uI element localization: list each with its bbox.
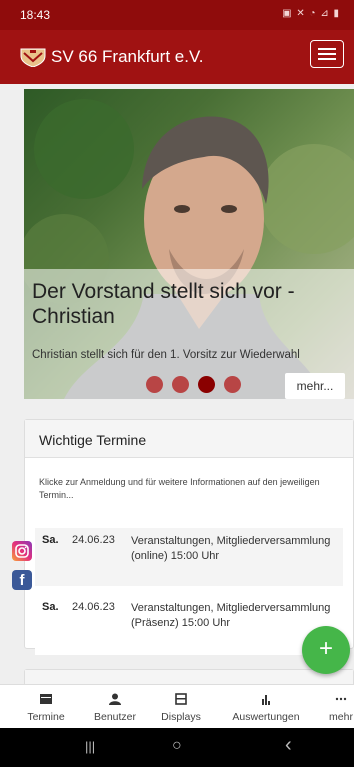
event-description: Veranstaltungen, Mitgliederversammlung (… bbox=[131, 602, 331, 629]
tab-label: mehr bbox=[329, 711, 353, 723]
tab-displays[interactable]: Displays bbox=[146, 685, 216, 729]
slide-dot[interactable] bbox=[224, 376, 241, 393]
tab-label: Auswertungen bbox=[232, 711, 300, 723]
tab-termine[interactable]: Termine bbox=[11, 685, 81, 729]
club-crest-icon bbox=[20, 48, 46, 67]
tab-auswertungen[interactable]: Auswertungen bbox=[231, 685, 301, 729]
tab-benutzer[interactable]: Benutzer bbox=[80, 685, 150, 729]
slide-dot[interactable] bbox=[172, 376, 189, 393]
tab-label: Termine bbox=[27, 711, 65, 723]
tab-label: Displays bbox=[161, 711, 201, 723]
card-hint: Klicke zur Anmeldung und für weitere Inf… bbox=[39, 477, 320, 500]
event-date: 24.06.23 bbox=[72, 601, 115, 613]
facebook-icon[interactable]: f bbox=[12, 570, 32, 590]
add-button[interactable]: + bbox=[302, 626, 350, 674]
event-day: Sa. bbox=[42, 601, 59, 613]
slide-title: Der Vorstand stellt sich vor - Christian bbox=[32, 280, 295, 328]
status-bar: 18:43 ▣ ✕ ◔ ⊿ ▮ bbox=[0, 0, 354, 30]
status-icons: ▣ ✕ ◔ ⊿ ▮ bbox=[282, 8, 340, 19]
person-icon bbox=[109, 693, 121, 705]
event-description: Veranstaltungen, Mitgliederversammlung (… bbox=[131, 535, 331, 562]
event-day: Sa. bbox=[42, 534, 59, 546]
card-header: Aktuelle Termine bbox=[25, 670, 353, 684]
news-slider[interactable]: Der Vorstand stellt sich vor - Christian… bbox=[24, 89, 354, 399]
tab-label: Benutzer bbox=[93, 711, 137, 723]
app-title: SV 66 Frankfurt e.V. bbox=[51, 47, 204, 66]
current-dates-card: Aktuelle Termine bbox=[24, 669, 354, 684]
event-row[interactable]: Sa. 24.06.23 Veranstaltungen, Mitglieder… bbox=[35, 528, 343, 586]
important-dates-card: Wichtige Termine Klicke zur Anmeldung un… bbox=[24, 419, 354, 655]
slide-subtitle: Christian stellt sich für den 1. Vorsitz… bbox=[32, 349, 300, 361]
instagram-glyph bbox=[15, 544, 29, 558]
system-nav-bar: ||| ○ ‹ bbox=[0, 728, 354, 767]
hamburger-menu-bar bbox=[318, 58, 336, 60]
display-icon bbox=[175, 693, 187, 705]
menu-button[interactable] bbox=[310, 40, 344, 68]
bottom-tab-bar: Termine Benutzer Displays Auswertungen m… bbox=[0, 684, 354, 728]
hamburger-menu-icon bbox=[318, 48, 336, 50]
slide-dot-active[interactable] bbox=[198, 376, 215, 393]
back-icon[interactable]: ‹ bbox=[285, 734, 292, 757]
slide-dot[interactable] bbox=[146, 376, 163, 393]
hamburger-menu-bar bbox=[318, 53, 336, 55]
main-content[interactable]: Der Vorstand stellt sich vor - Christian… bbox=[0, 84, 354, 684]
calendar-icon bbox=[40, 694, 52, 704]
event-row[interactable]: Sa. 24.06.23 Veranstaltungen, Mitglieder… bbox=[35, 595, 343, 655]
card-header: Wichtige Termine bbox=[25, 420, 353, 458]
event-date: 24.06.23 bbox=[72, 534, 115, 546]
more-icon bbox=[335, 697, 347, 701]
app-bar: SV 66 Frankfurt e.V. bbox=[0, 30, 354, 84]
recents-icon[interactable]: ||| bbox=[85, 739, 95, 754]
bar-chart-icon bbox=[262, 695, 270, 705]
tab-mehr[interactable]: mehr bbox=[306, 685, 354, 729]
instagram-icon[interactable] bbox=[12, 541, 32, 561]
more-button[interactable]: mehr... bbox=[285, 373, 345, 399]
home-icon[interactable]: ○ bbox=[172, 737, 182, 755]
status-time: 18:43 bbox=[20, 8, 51, 22]
